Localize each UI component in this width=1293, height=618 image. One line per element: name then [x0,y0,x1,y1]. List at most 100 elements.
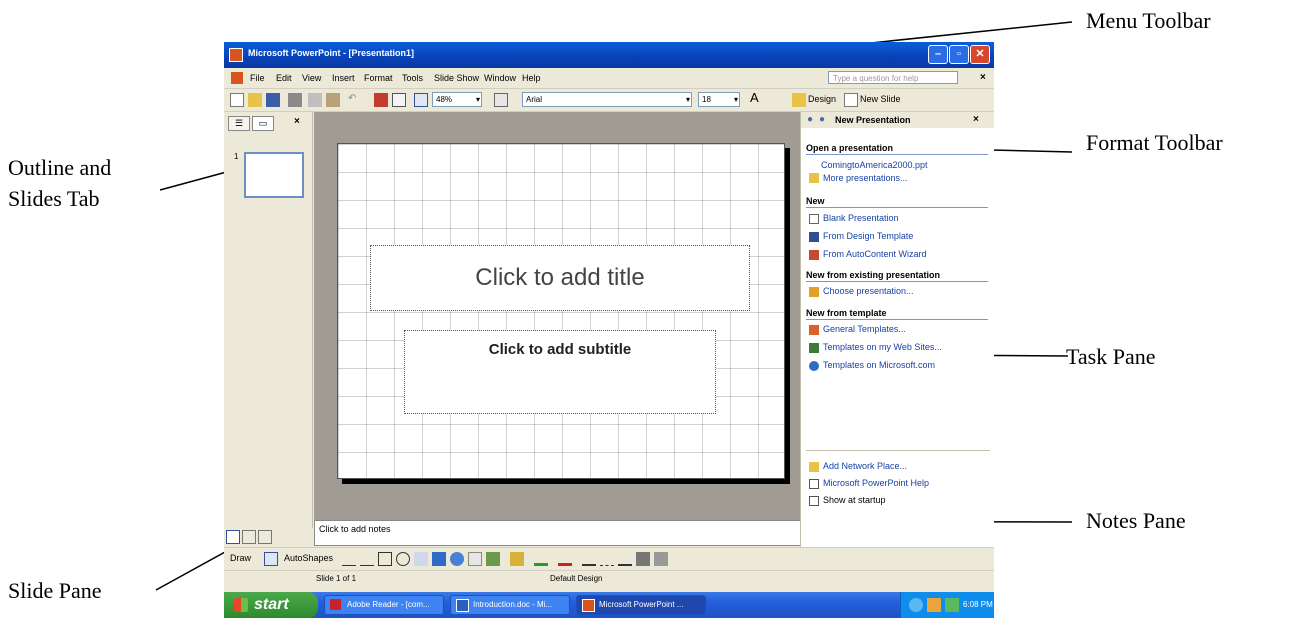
from-autocontent-wizard-link[interactable]: From AutoContent Wizard [823,249,927,259]
tab-outline[interactable]: ☰ [228,116,250,131]
menu-window[interactable]: Window [484,73,516,83]
normal-view-icon[interactable] [226,530,240,544]
3d-style-icon[interactable] [654,552,668,566]
ask-question-input[interactable]: Type a question for help [828,71,958,84]
slide-canvas[interactable]: Click to add title Click to add subtitle [337,143,785,479]
taskbar-item-powerpoint[interactable]: Microsoft PowerPoint ... [576,595,706,615]
close-document-button[interactable]: × [980,72,986,83]
notes-pane[interactable]: Click to add notes [314,520,829,546]
back-icon[interactable]: ● [807,114,813,125]
autoshapes-menu-button[interactable]: AutoShapes [284,553,333,563]
globe-icon [809,361,819,371]
new-icon[interactable] [230,93,244,107]
volume-tray-icon[interactable] [927,598,941,612]
new-from-template-heading: New from template [806,308,988,320]
print-icon[interactable] [288,93,302,107]
shadow-style-icon[interactable] [636,552,650,566]
dash-style-icon[interactable] [600,552,614,566]
arrow-icon[interactable] [360,552,374,566]
help-icon[interactable] [494,93,508,107]
window-title: Microsoft PowerPoint - [Presentation1] [248,48,415,58]
design-icon[interactable] [792,93,806,107]
new-slide-icon[interactable] [844,93,858,107]
font-dropdown-icon: ▾ [685,95,690,104]
taskbar-item-label: Microsoft PowerPoint ... [599,600,684,609]
taskbar-item-word-document[interactable]: Introduction.doc - Mi... [450,595,570,615]
forward-icon[interactable]: ● [819,114,825,125]
close-pane-button[interactable]: × [294,116,300,127]
font-combo[interactable]: Arial ▾ [522,92,692,107]
general-templates-link[interactable]: General Templates... [823,324,906,334]
powerpoint-window: Microsoft PowerPoint - [Presentation1] –… [224,42,994,618]
security-tray-icon[interactable] [945,598,959,612]
insert-table-icon[interactable] [392,93,406,107]
title-bar[interactable]: Microsoft PowerPoint - [Presentation1] –… [224,42,994,68]
menu-file[interactable]: File [250,73,265,83]
select-pointer-icon[interactable] [264,552,278,566]
close-window-button[interactable]: ✕ [970,45,990,64]
document-menu-icon[interactable] [231,72,243,84]
add-network-place-link[interactable]: Add Network Place... [823,461,907,471]
start-button[interactable]: start [224,592,318,618]
menu-insert[interactable]: Insert [332,73,355,83]
menu-view[interactable]: View [302,73,321,83]
callout-task-pane: Task Pane [1066,344,1156,369]
fill-color-icon[interactable] [510,552,524,566]
new-slide-button[interactable]: New Slide [860,94,901,104]
oval-icon[interactable] [396,552,410,566]
paste-icon[interactable] [326,93,340,107]
network-tray-icon[interactable] [909,598,923,612]
font-size-combo[interactable]: 18 ▾ [698,92,740,107]
menu-tools[interactable]: Tools [402,73,423,83]
menu-slide-show[interactable]: Slide Show [434,73,479,83]
line-style-icon[interactable] [582,552,596,566]
menu-format[interactable]: Format [364,73,393,83]
tab-slides[interactable]: ▭ [252,116,274,131]
clip-art-icon[interactable] [468,552,482,566]
taskbar-item-adobe-reader[interactable]: Adobe Reader - [com... [324,595,444,615]
show-grid-icon[interactable] [414,93,428,107]
wizard-icon [809,250,819,260]
zoom-dropdown-icon: ▾ [475,95,480,104]
open-folder-icon[interactable] [248,93,262,107]
minimize-button[interactable]: – [928,45,948,64]
from-design-template-link[interactable]: From Design Template [823,231,913,241]
menu-help[interactable]: Help [522,73,541,83]
diagram-icon[interactable] [450,552,464,566]
title-placeholder[interactable]: Click to add title [370,245,750,311]
wordart-icon[interactable] [432,552,446,566]
close-task-pane-button[interactable]: × [973,114,979,125]
slide-show-icon[interactable] [258,530,272,544]
more-presentations-link[interactable]: More presentations... [823,173,908,183]
close-icon: ✕ [975,48,985,60]
menu-edit[interactable]: Edit [276,73,292,83]
startup-checkbox[interactable] [809,496,819,506]
rectangle-icon[interactable] [378,552,392,566]
draw-menu-button[interactable]: Draw [230,553,251,563]
choose-presentation-link[interactable]: Choose presentation... [823,286,914,296]
insert-chart-icon[interactable] [374,93,388,107]
arrow-style-icon[interactable] [618,552,632,566]
design-button[interactable]: Design [808,94,836,104]
subtitle-placeholder[interactable]: Click to add subtitle [404,330,716,414]
slide-sorter-icon[interactable] [242,530,256,544]
zoom-combo[interactable]: 48% ▾ [432,92,482,107]
line-icon[interactable] [342,552,356,566]
blank-presentation-link[interactable]: Blank Presentation [823,213,899,223]
templates-web-sites-link[interactable]: Templates on my Web Sites... [823,342,942,352]
powerpoint-help-link[interactable]: Microsoft PowerPoint Help [823,478,929,488]
undo-icon[interactable]: ↶ [348,93,362,107]
templates-microsoft-link[interactable]: Templates on Microsoft.com [823,360,935,370]
grow-font-button[interactable]: A [750,90,759,105]
powerpoint-app-icon[interactable] [229,48,243,62]
save-icon[interactable] [266,93,280,107]
copy-icon[interactable] [308,93,322,107]
taskbar-item-label: Adobe Reader - [com... [347,600,430,609]
slide-thumbnail[interactable] [244,152,304,198]
maximize-button[interactable]: ▫ [949,45,969,64]
font-color-icon[interactable] [558,552,572,566]
recent-file-link[interactable]: ComingtoAmerica2000.ppt [821,160,928,170]
text-box-icon[interactable] [414,552,428,566]
line-color-icon[interactable] [534,552,548,566]
insert-picture-icon[interactable] [486,552,500,566]
